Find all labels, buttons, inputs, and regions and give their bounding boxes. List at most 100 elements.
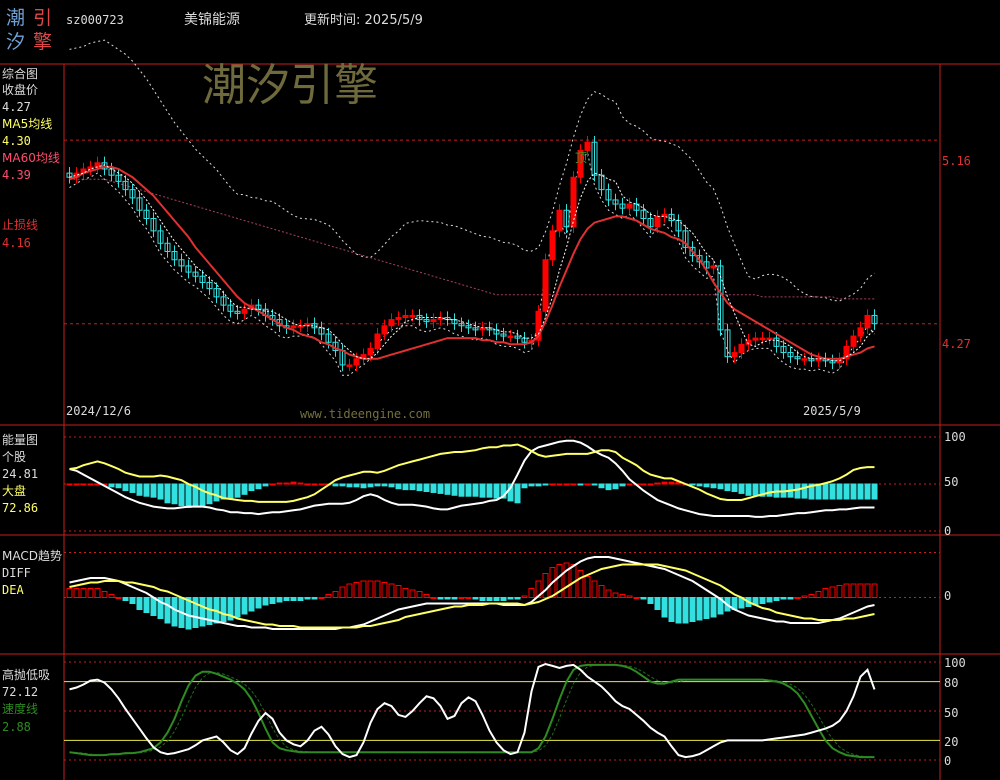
macd-histogram-bar [353,582,360,598]
energy-bar [738,483,745,494]
energy-bar [304,483,311,486]
macd-histogram-bar [262,597,269,606]
energy-bar [689,483,696,486]
close-label: 收盘价 [2,82,38,97]
candle-body [542,259,549,312]
macd-histogram-bar [759,597,766,604]
macd-histogram-bar [871,583,878,598]
stock-energy-label: 个股 [2,450,26,464]
candle-body [626,203,633,209]
macd-histogram-bar [80,588,87,598]
energy-bar [850,483,857,500]
macd-histogram-bar [640,597,647,600]
candle-body [766,337,773,341]
energy-bar [514,483,521,504]
energy-bar [311,483,318,486]
candle-body [584,141,591,151]
energy-bar [213,483,220,502]
candle-body [710,265,717,269]
speed-value: 2.88 [2,720,31,734]
price-lower-band [69,151,875,376]
macd-histogram-bar [836,585,843,598]
energy-bar [290,481,297,485]
energy-bar [276,482,283,485]
watermark-url: www.tideengine.com [300,407,430,421]
macd-histogram-bar [605,589,612,598]
energy-bar [248,483,255,492]
energy-bar [822,483,829,500]
macd-histogram-bar [808,594,815,598]
energy-bar [360,483,367,489]
market-energy-label: 大盘 [2,483,26,498]
macd-histogram-bar [626,595,633,598]
macd-histogram-bar [402,588,409,598]
energy-bar [612,483,619,490]
macd-histogram-bar [822,588,829,598]
macd-histogram-bar [388,583,395,598]
energy-bar [388,483,395,488]
macd-histogram-bar [409,589,416,598]
hilo-panel-title: 高抛低吸 [2,667,50,682]
energy-bar [227,483,234,499]
macd-histogram-bar [395,585,402,598]
macd-histogram-bar [507,597,514,600]
candle-body [759,337,766,341]
macd-histogram-bar [493,597,500,601]
macd-histogram-bar [766,597,773,603]
energy-bar [339,483,346,487]
candle-body [738,343,745,354]
energy-bar [563,483,570,486]
macd-histogram-bar [220,597,227,622]
energy-bar [843,483,850,500]
macd-histogram-bar [66,588,73,598]
ma5-value: 4.30 [2,134,31,148]
energy-bar [283,482,290,485]
macd-histogram-bar [451,597,458,600]
macd-histogram-bar [584,576,591,598]
macd-histogram-bar [619,594,626,598]
energy-bar [794,483,801,499]
energy-bar [752,483,759,496]
macd-histogram-bar [129,597,136,604]
close-value: 4.27 [2,100,31,114]
macd-histogram-bar [703,597,710,619]
energy-bar [143,483,150,497]
macd-histogram-bar [542,573,549,598]
macd-panel-title: MACD趋势 [2,549,62,563]
candle-body [801,358,808,361]
energy-bar [255,483,262,490]
energy-bar [829,483,836,500]
macd-histogram-bar [73,588,80,598]
energy-bar [668,481,675,485]
energy-bar [402,483,409,491]
macd-histogram-bar [598,585,605,598]
macd-histogram-bar [143,597,150,613]
macd-histogram-bar [479,597,486,601]
energy-bar [458,483,465,497]
energy-bar [766,483,773,497]
energy-bar [801,483,808,499]
macd-histogram-bar [199,597,206,627]
macd-histogram-bar [136,597,143,610]
ma60-value: 4.39 [2,168,31,182]
macd-histogram-bar [339,586,346,598]
hilo-panel [64,661,940,761]
macd-histogram-bar [297,597,304,601]
macd-histogram-bar [486,597,493,601]
macd-histogram-bar [290,597,297,601]
right-label-lower: 4.27 [942,337,971,351]
energy-bar [108,483,115,488]
energy-bar [703,483,710,488]
energy-bar [724,483,731,492]
macd-histogram-bar [675,597,682,624]
macd-histogram-bar [612,592,619,598]
macd-histogram-bar [304,597,311,600]
energy-bar [486,483,493,498]
energy-bar [199,483,206,507]
energy-bar [815,483,822,500]
macd-histogram-bar [465,597,472,599]
macd-histogram-bar [654,597,661,610]
macd-histogram-bar [773,597,780,601]
macd-histogram-bar [815,591,822,598]
macd-histogram-bar [164,597,171,624]
